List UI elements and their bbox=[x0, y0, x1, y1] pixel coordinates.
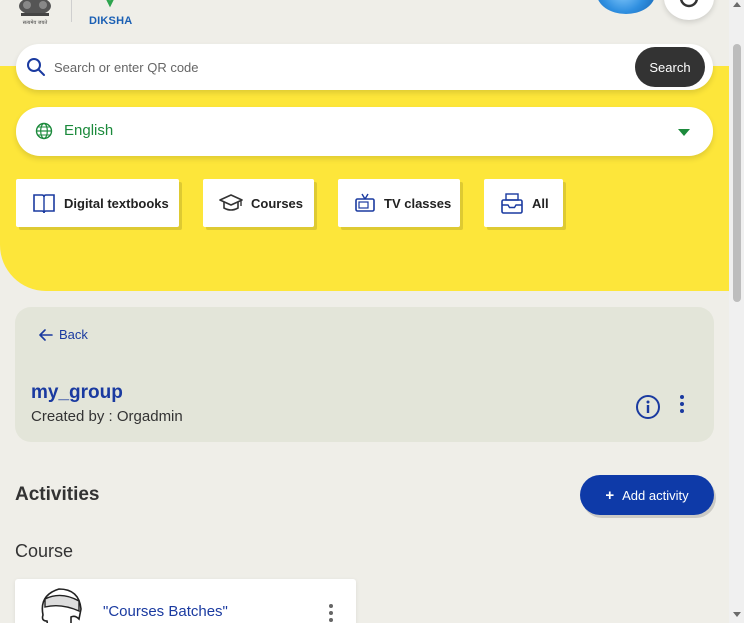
brand-name[interactable]: DIKSHA bbox=[89, 15, 132, 27]
profile-button[interactable] bbox=[664, 0, 714, 20]
book-icon bbox=[32, 192, 56, 214]
category-tv-classes[interactable]: TV classes bbox=[338, 179, 460, 227]
category-label: TV classes bbox=[384, 195, 452, 211]
group-header-card: Back my_group Created by : Orgadmin bbox=[15, 307, 714, 442]
graduation-cap-icon bbox=[219, 193, 243, 213]
page-scrollbar[interactable] bbox=[729, 0, 744, 623]
back-button[interactable]: Back bbox=[39, 327, 88, 342]
search-icon bbox=[27, 58, 45, 76]
activity-card[interactable]: "Courses Batches" bbox=[15, 579, 356, 623]
more-vertical-icon[interactable] bbox=[678, 394, 686, 414]
profile-icon bbox=[680, 0, 698, 8]
group-created-by: Created by : Orgadmin bbox=[31, 408, 183, 425]
top-header: सत्यमेव जयते DIKSHA bbox=[0, 0, 729, 40]
category-label: Digital textbooks bbox=[64, 195, 169, 211]
search-button[interactable]: Search bbox=[635, 47, 705, 87]
category-courses[interactable]: Courses bbox=[203, 179, 314, 227]
plus-icon: + bbox=[605, 486, 615, 504]
header-divider bbox=[71, 0, 72, 22]
search-input[interactable] bbox=[54, 56, 614, 78]
more-vertical-icon[interactable] bbox=[327, 603, 335, 623]
scroll-up-arrow-icon[interactable] bbox=[733, 2, 741, 7]
national-emblem-icon: सत्यमेव जयते bbox=[19, 0, 51, 26]
info-icon[interactable] bbox=[635, 394, 661, 420]
add-activity-button[interactable]: + Add activity bbox=[580, 475, 714, 515]
arrow-left-icon bbox=[39, 328, 53, 341]
svg-text:सत्यमेव जयते: सत्यमेव जयते bbox=[23, 19, 48, 26]
activities-heading: Activities bbox=[15, 484, 100, 505]
activity-name[interactable]: "Courses Batches" bbox=[103, 603, 228, 620]
diksha-logo-icon[interactable] bbox=[100, 0, 120, 12]
back-label: Back bbox=[59, 327, 88, 342]
scroll-down-arrow-icon[interactable] bbox=[733, 612, 741, 617]
category-label: Courses bbox=[251, 195, 304, 211]
tv-icon bbox=[354, 193, 376, 213]
group-name: my_group bbox=[31, 382, 123, 403]
add-activity-label: Add activity bbox=[622, 487, 689, 503]
globe-icon bbox=[35, 122, 53, 140]
category-digital-textbooks[interactable]: Digital textbooks bbox=[16, 179, 179, 227]
search-bar[interactable]: Search bbox=[16, 44, 713, 90]
course-thumbnail-icon bbox=[41, 588, 82, 623]
scrollbar-thumb[interactable] bbox=[733, 44, 741, 302]
user-globe-avatar[interactable] bbox=[597, 0, 655, 14]
category-label: All bbox=[532, 195, 549, 211]
language-dropdown[interactable]: English bbox=[16, 107, 713, 156]
language-selected-value: English bbox=[64, 122, 114, 139]
inbox-icon bbox=[500, 191, 524, 215]
chevron-down-icon bbox=[678, 129, 690, 136]
category-all[interactable]: All bbox=[484, 179, 563, 227]
course-section-heading: Course bbox=[15, 541, 74, 561]
